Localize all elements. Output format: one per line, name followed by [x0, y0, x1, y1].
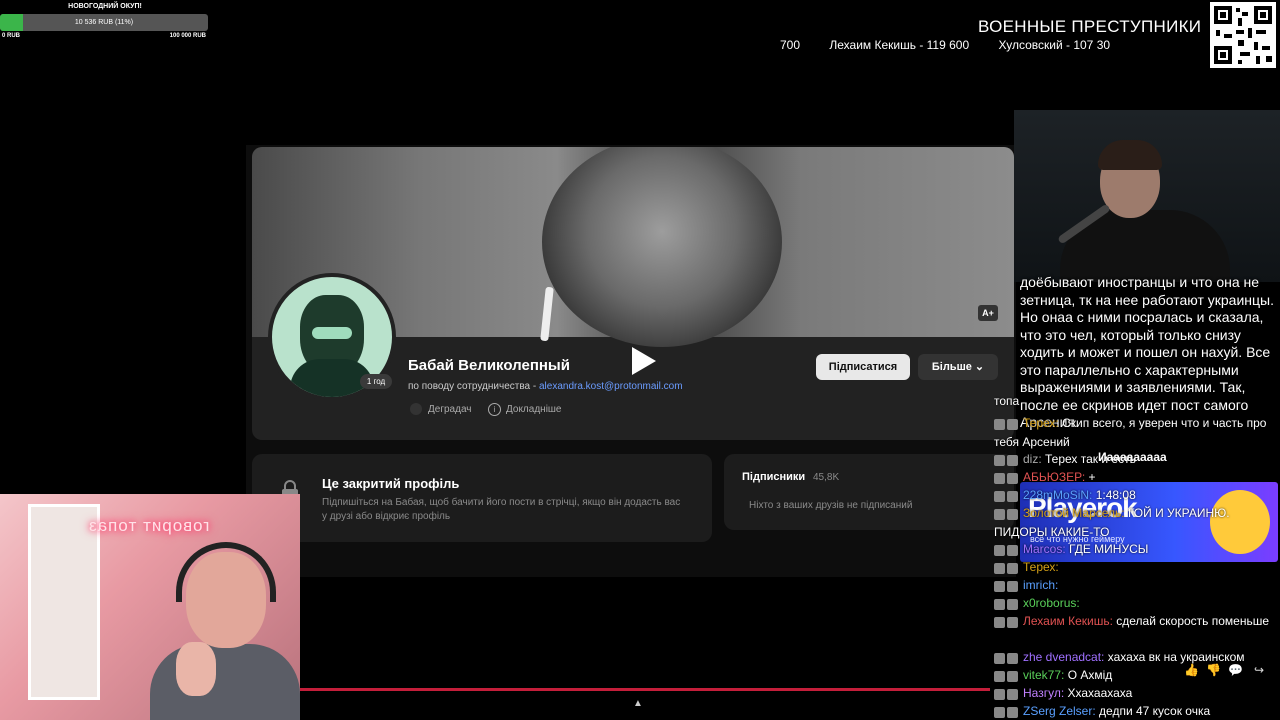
chat-message: АБЬЮЗЕР: +	[994, 468, 1280, 487]
chat-badge-icon	[994, 613, 1020, 631]
goal-amount: 10 536 RUB (11%)	[74, 19, 134, 26]
chat-badge-icon	[994, 415, 1020, 433]
subscribers-card[interactable]	[724, 454, 1014, 530]
war-board-title: ВОЕННЫЕ ПРЕСТУПНИКИ	[978, 17, 1202, 36]
accessibility-button[interactable]: A+	[978, 305, 998, 321]
headset-icon	[176, 542, 276, 602]
neon-sign: говорит топаз	[88, 516, 210, 535]
chat-badge-icon	[994, 667, 1020, 685]
closed-profile-description: Підпишіться на Бабая, щоб бачити його по…	[322, 497, 681, 522]
chat-spam-text: Иааааааааа	[1098, 450, 1167, 464]
more-button[interactable]: Більше ⌄	[918, 354, 998, 380]
chat-username[interactable]: Золотой Марсель:	[1023, 506, 1128, 520]
war-board-entry: 700	[780, 38, 801, 52]
chat-text: Ххахаахаха	[1067, 686, 1133, 700]
play-icon[interactable]	[626, 345, 658, 377]
goal-min-label: 0 RUB	[2, 33, 21, 39]
chat-badge-icon	[994, 469, 1020, 487]
chat-message: Лехаим Кекишь: сделай скорость поменьше	[994, 612, 1280, 631]
chat-username[interactable]: 228mMoSiN:	[1023, 488, 1096, 502]
chat-badge-icon	[994, 685, 1020, 703]
chat-message: Marcos: ГДЕ МИНУСЫ	[994, 540, 1280, 559]
closed-profile-title: Це закритий профіль	[322, 476, 460, 491]
chevron-up-icon[interactable]: ▲	[633, 698, 647, 709]
chat-message: Терех: Скип всего, я уверен что и часть …	[994, 414, 1280, 451]
info-icon: i	[488, 403, 501, 416]
subscribe-button[interactable]: Підписатися	[816, 354, 910, 380]
chat-username[interactable]: Терех:	[1023, 416, 1062, 430]
chat-message: x0roborus:	[994, 594, 1280, 613]
chat-message: 228mMoSiN: 1:48:08	[994, 486, 1280, 505]
donation-goal-widget: НОВОГОДНИЙ ОКУП! 10 536 RUB (11%) 0 RUB …	[0, 0, 210, 42]
war-board-entry: Хулсовский - 107 30	[998, 38, 1111, 52]
chat-username[interactable]: Marcos:	[1023, 542, 1069, 556]
chat-username[interactable]: Назгул:	[1023, 686, 1068, 700]
goal-progress-track: 10 536 RUB (11%)	[0, 14, 208, 31]
chat-message: Назгул: Ххахаахаха	[994, 684, 1280, 703]
chat-username[interactable]: ZSerg Zelser:	[1023, 704, 1099, 718]
chat-username[interactable]: Терех:	[1023, 560, 1059, 574]
chat-text: 1:48:08	[1095, 488, 1136, 502]
goal-title: НОВОГОДНИЙ ОКУП!	[68, 3, 142, 10]
profile-name: Бабай Великолепный	[408, 357, 570, 374]
chat-message: ZSerg Zelser: дедпи 47 кусок очка	[994, 702, 1280, 720]
chat-text: ГДЕ МИНУСЫ	[1069, 542, 1149, 556]
video-progress-bar[interactable]	[300, 688, 990, 691]
chat-username[interactable]: zhe dvenadcat:	[1023, 650, 1108, 664]
thumbs-up-icon[interactable]: 👍	[1184, 663, 1199, 677]
chat-username[interactable]: diz:	[1023, 452, 1045, 466]
profile-details-link[interactable]: i Докладніше	[488, 403, 562, 417]
chat-message: Золотой Марсель: ГОЙ И УКРАИНЮ. ПИДОРЫ К…	[994, 504, 1280, 541]
chat-message: imrich:	[994, 576, 1280, 595]
chat-text: О Ахмід	[1067, 668, 1113, 682]
subscribers-title: Підписники	[742, 471, 806, 483]
chat-badge-icon	[994, 541, 1020, 559]
chat-username[interactable]: imrich:	[1023, 578, 1058, 592]
chat-badge-icon	[994, 703, 1020, 720]
chat-text: хахаха вк на украинском	[1107, 650, 1245, 664]
chat-badge-icon	[994, 487, 1020, 505]
profile-status-text: по поводу сотрудничества -	[408, 381, 539, 392]
profile-tag-degrad[interactable]: Деградач	[410, 403, 472, 417]
chat-message: Терех:	[994, 558, 1280, 577]
chat-badge-icon	[994, 649, 1020, 667]
more-button-label: Більше	[931, 361, 972, 373]
community-icon	[410, 403, 422, 416]
war-board-entry: Лехаим Кекишь - 119 600	[829, 38, 970, 52]
chat-badge-icon	[994, 451, 1020, 469]
comment-icon[interactable]: 💬	[1228, 663, 1243, 677]
subscribers-empty-text: Ніхто з ваших друзів не підписаний	[749, 500, 913, 511]
share-icon[interactable]: ↪	[1252, 663, 1266, 677]
chat-text: сделай скорость поменьше	[1116, 614, 1270, 628]
chat-message: топа	[994, 392, 1280, 410]
chat-text: топа	[994, 394, 1020, 408]
chat-username[interactable]: АБЬЮЗЕР:	[1023, 470, 1089, 484]
profile-email-link[interactable]: alexandra.kost@protonmail.com	[539, 381, 683, 392]
thumbs-down-icon[interactable]: 👎	[1206, 663, 1221, 677]
webcam-cohost: говорит топаз	[0, 494, 300, 720]
chat-badge-icon	[994, 559, 1020, 577]
qr-code-icon	[1210, 2, 1276, 68]
profile-details-label: Докладніше	[506, 404, 562, 416]
profile-tag-label: Деградач	[428, 404, 472, 415]
chat-badge-icon	[994, 505, 1020, 523]
goal-max-label: 100 000 RUB	[169, 33, 206, 39]
war-board-ticker: 700 Лехаим Кекишь - 119 600 Хулсовский -…	[780, 38, 1208, 54]
profile-status: по поводу сотрудничества - alexandra.kos…	[408, 381, 683, 392]
chat-username[interactable]: vitek77:	[1023, 668, 1068, 682]
chat-username[interactable]: Лехаим Кекишь:	[1023, 614, 1116, 628]
chat-text: дедпи 47 кусок очка	[1099, 704, 1211, 718]
webcam-streamer	[1014, 110, 1280, 282]
age-badge: 1 год	[360, 374, 392, 389]
chat-badge-icon	[994, 577, 1020, 595]
chat-badge-icon	[994, 595, 1020, 613]
chat-text: +	[1088, 470, 1096, 484]
chevron-down-icon: ⌄	[974, 361, 985, 373]
subscribers-count: 45,8K	[813, 472, 840, 483]
chat-username[interactable]: x0roborus:	[1023, 596, 1080, 610]
